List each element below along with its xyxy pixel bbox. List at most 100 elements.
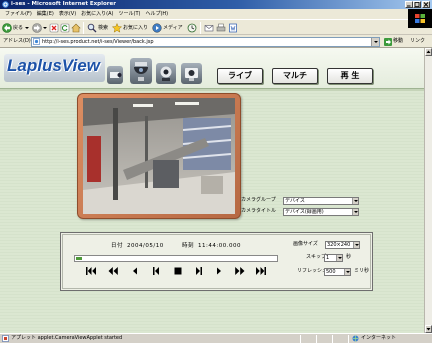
print-icon-paper — [218, 23, 224, 28]
date-value: 2004/05/10 — [127, 243, 164, 249]
back-button[interactable]: 戻る — [2, 22, 30, 34]
camera-group-select[interactable]: デバイス — [283, 197, 359, 205]
ff-tri2 — [240, 267, 245, 275]
go-button[interactable]: 移動 — [384, 37, 406, 47]
back-dropdown-icon[interactable] — [25, 27, 29, 29]
playback-button[interactable]: 再 生 — [327, 68, 373, 84]
menu-file[interactable]: ファイル(F) — [5, 11, 32, 17]
close-icon — [423, 2, 429, 7]
scroll-down-button[interactable] — [425, 325, 432, 333]
menu-favorites[interactable]: お気に入り(A) — [81, 11, 113, 17]
address-dropdown-button[interactable] — [371, 37, 379, 46]
search-button[interactable]: 検索 — [87, 22, 109, 34]
skip-to-start-icon[interactable] — [85, 266, 97, 276]
address-input[interactable]: http://i-ses.product.net/i-ses/Viewer/ba… — [31, 36, 380, 47]
maximize-icon — [414, 2, 420, 7]
step-back-icon[interactable] — [150, 266, 162, 276]
internet-globe-icon — [352, 335, 359, 342]
slider-thumb[interactable] — [76, 257, 82, 260]
scroll-up-button[interactable] — [425, 48, 432, 56]
history-icon[interactable] — [187, 23, 197, 33]
media-button[interactable]: メディア — [152, 22, 184, 34]
box-camera-icon[interactable] — [107, 66, 123, 84]
fast-forward-icon[interactable] — [234, 266, 246, 276]
dome-camera-icon[interactable] — [130, 58, 152, 84]
skip-end-tri2 — [260, 267, 265, 275]
flag-yellow — [420, 19, 425, 23]
image-size-select[interactable]: 320×240 — [325, 241, 360, 249]
camera-title-dropdown[interactable] — [352, 209, 358, 215]
camera-group-dropdown[interactable] — [352, 198, 358, 204]
favorites-star-shape — [112, 23, 122, 33]
menu-edit[interactable]: 編集(E) — [37, 11, 54, 17]
vertical-scrollbar[interactable] — [424, 48, 432, 333]
cam2-mount — [135, 62, 147, 66]
address-url: http://i-ses.product.net/i-ses/Viewer/ba… — [42, 38, 154, 45]
refresh-value: 500 — [326, 269, 336, 275]
status-pane-divider — [300, 335, 301, 343]
edit-icon[interactable] — [228, 23, 238, 33]
camera-group-value: デバイス — [285, 198, 305, 204]
playback-slider[interactable] — [74, 255, 278, 262]
step-forward-icon[interactable] — [193, 266, 205, 276]
menu-view[interactable]: 表示(V) — [59, 11, 76, 17]
ptz-camera-icon[interactable] — [156, 63, 176, 84]
scene-machine — [153, 160, 179, 188]
playback-panel: 日付 2004/05/10 時刻 11:44:00.000 画像サイズ 320×… — [60, 232, 373, 291]
status-pane-divider — [332, 335, 333, 343]
ff-tri1 — [235, 267, 240, 275]
favorites-button[interactable]: お気に入り — [112, 22, 149, 34]
multi-button[interactable]: マルチ — [272, 68, 318, 84]
applet-icon — [2, 335, 9, 342]
refresh-unit: ミリ秒 — [354, 268, 370, 274]
play-icon[interactable] — [213, 266, 225, 276]
skip-start-tri1 — [87, 267, 92, 275]
status-pane-divider — [348, 335, 349, 343]
image-size-dropdown[interactable] — [353, 242, 359, 248]
forward-arrow-icon — [32, 23, 42, 33]
chevron-down-icon — [354, 200, 358, 202]
refresh-dropdown[interactable] — [344, 269, 350, 275]
stop-load-icon[interactable] — [49, 23, 59, 33]
refresh-icon[interactable] — [60, 23, 70, 33]
minimize-button[interactable] — [405, 1, 413, 8]
step-back-bar — [153, 267, 155, 275]
menu-tools[interactable]: ツール(T) — [119, 11, 141, 17]
reverse-play-icon[interactable] — [129, 266, 141, 276]
live-button[interactable]: ライブ — [217, 68, 263, 84]
chevron-down-icon — [355, 244, 359, 246]
skip-select[interactable]: 1 — [324, 254, 343, 262]
maximize-button[interactable] — [413, 1, 421, 8]
scroll-down-icon — [426, 328, 431, 331]
skip-to-end-icon[interactable] — [255, 266, 267, 276]
skip-unit: 秒 — [346, 254, 352, 260]
menu-help[interactable]: ヘルプ(H) — [145, 11, 168, 17]
date-label: 日付 — [111, 243, 124, 249]
back-arrow-icon — [2, 23, 12, 33]
links-label[interactable]: リンク — [410, 39, 425, 44]
search-icon-handle — [92, 28, 97, 33]
skip-dropdown[interactable] — [336, 255, 342, 261]
print-icon[interactable] — [216, 23, 226, 33]
close-button[interactable] — [422, 1, 430, 8]
media-label: メディア — [163, 25, 183, 31]
forward-dropdown-icon[interactable] — [43, 27, 47, 29]
flag-red — [415, 14, 420, 18]
mail-icon[interactable] — [204, 23, 214, 33]
fast-rewind-icon[interactable] — [107, 266, 119, 276]
scene-light — [133, 104, 153, 107]
rewind-tri1 — [108, 267, 113, 275]
camera-title-select[interactable]: デバイス(録画用) — [283, 208, 359, 216]
fixed-camera-icon[interactable] — [181, 63, 202, 84]
refresh-select[interactable]: 500 — [324, 268, 351, 276]
forward-button[interactable] — [32, 22, 47, 34]
stop-icon[interactable] — [172, 266, 184, 276]
cam2-stand — [138, 77, 144, 81]
windows-flag-icon — [415, 14, 425, 23]
search-icon — [87, 23, 97, 33]
close-glyph — [423, 2, 429, 7]
camera-group-label: カメラグループ — [241, 197, 276, 203]
favorites-star-icon — [112, 23, 122, 33]
camera-video-frame — [77, 93, 241, 219]
home-icon[interactable] — [71, 23, 81, 33]
